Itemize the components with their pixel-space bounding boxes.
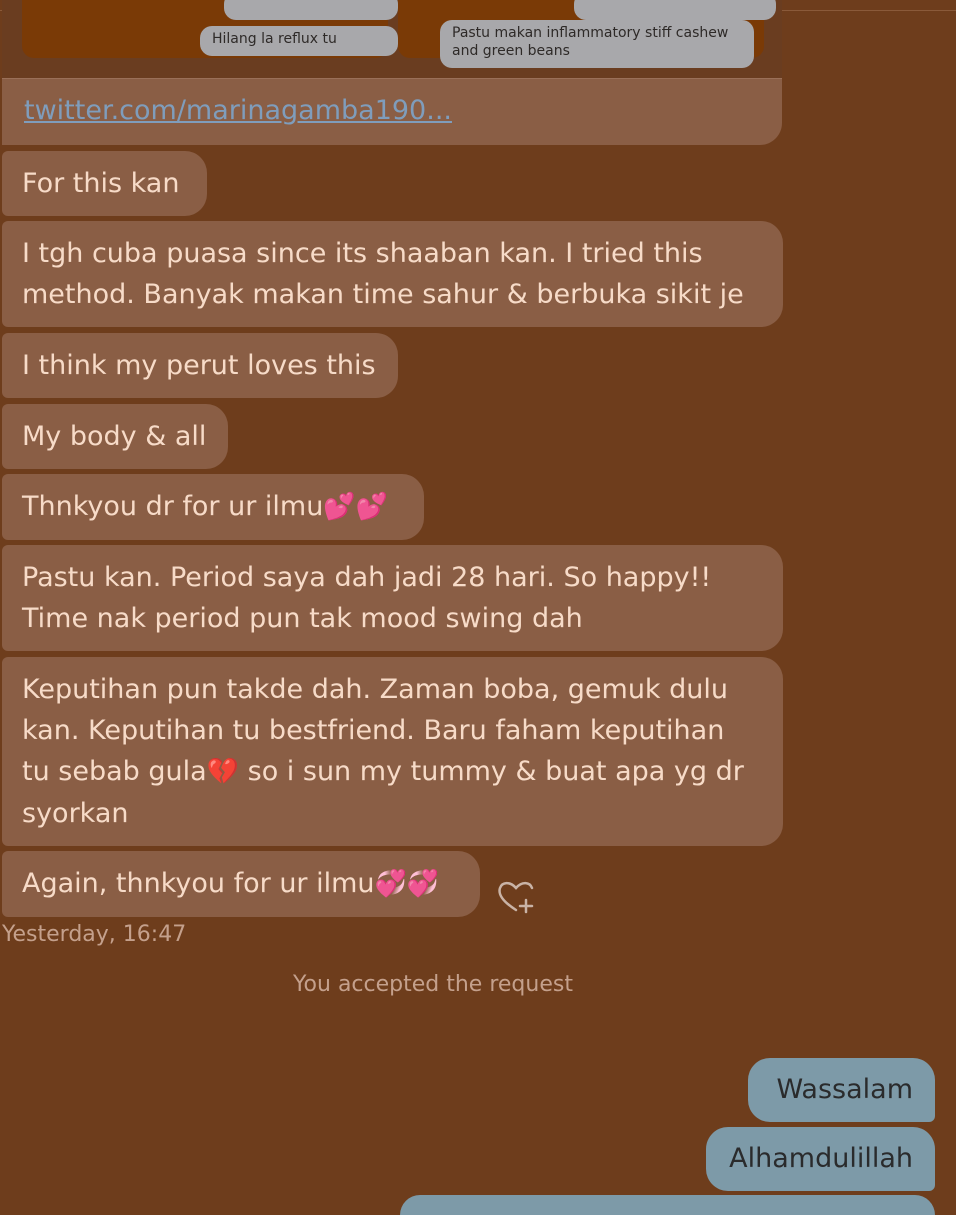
message-text: method. Banyak makan time sahur & berbuk… <box>22 279 744 310</box>
tweet-media[interactable]: Hilang la reflux tu Pastu makan inflamma… <box>2 0 782 79</box>
tweet-image-right[interactable]: Pastu makan inflammatory stiff cashew an… <box>398 0 776 68</box>
message-text: I think my perut loves this <box>22 350 376 381</box>
two-hearts-icon: 💕💕 <box>323 492 389 522</box>
image-chat-bubble <box>574 0 776 20</box>
message-bubble[interactable]: Pastu kan. Period saya dah jadi 28 hari.… <box>2 545 783 651</box>
tweet-preview-card[interactable]: Hilang la reflux tu Pastu makan inflamma… <box>2 0 782 145</box>
message-text: kan. Keputihan tu bestfriend. Baru faham… <box>22 715 725 746</box>
message-text: I tgh cuba puasa since its shaaban kan. … <box>22 238 703 269</box>
message-text: Again, thnkyou for ur ilmu💞💞 <box>22 868 440 899</box>
message-bubble[interactable]: I tgh cuba puasa since its shaaban kan. … <box>2 221 783 327</box>
outgoing-message-bubble[interactable] <box>400 1195 935 1215</box>
message-text: My body & all <box>22 421 207 452</box>
message-text: Keputihan pun takde dah. Zaman boba, gem… <box>22 674 729 705</box>
broken-heart-icon: 💔 <box>206 757 240 787</box>
tweet-image-left[interactable]: Hilang la reflux tu <box>22 0 398 58</box>
message-bubble[interactable]: My body & all <box>2 404 228 469</box>
message-text: tu sebab gula💔 so i sun my tummy & buat … <box>22 756 744 787</box>
message-bubble[interactable]: Keputihan pun takde dah. Zaman boba, gem… <box>2 657 783 846</box>
message-text: syorkan <box>22 798 129 829</box>
message-bubble[interactable]: For this kan <box>2 151 207 216</box>
image-chat-bubble: Hilang la reflux tu <box>200 26 398 56</box>
heart-plus-icon[interactable] <box>496 876 536 916</box>
message-text: Time nak period pun tak mood swing dah <box>22 603 583 634</box>
message-bubble[interactable]: Again, thnkyou for ur ilmu💞💞 <box>2 851 480 917</box>
message-bubble[interactable]: I think my perut loves this <box>2 333 398 398</box>
message-bubble[interactable]: Thnkyou dr for ur ilmu💕💕 <box>2 474 424 540</box>
message-text: Pastu kan. Period saya dah jadi 28 hari.… <box>22 562 712 593</box>
message-text: Thnkyou dr for ur ilmu💕💕 <box>22 491 389 522</box>
image-chat-bubble <box>224 0 398 20</box>
message-text: Wassalam <box>776 1074 913 1105</box>
message-timestamp: Yesterday, 16:47 <box>2 922 187 947</box>
message-text: For this kan <box>22 168 180 199</box>
outgoing-message-bubble[interactable]: Alhamdulillah <box>706 1127 935 1191</box>
outgoing-message-bubble[interactable]: Wassalam <box>748 1058 935 1122</box>
tweet-link[interactable]: twitter.com/marinagamba190... <box>24 95 452 126</box>
message-text: Alhamdulillah <box>729 1143 913 1174</box>
system-message: You accepted the request <box>293 972 573 997</box>
revolving-hearts-icon: 💞💞 <box>374 869 440 899</box>
image-chat-bubble: Pastu makan inflammatory stiff cashew an… <box>440 20 754 68</box>
